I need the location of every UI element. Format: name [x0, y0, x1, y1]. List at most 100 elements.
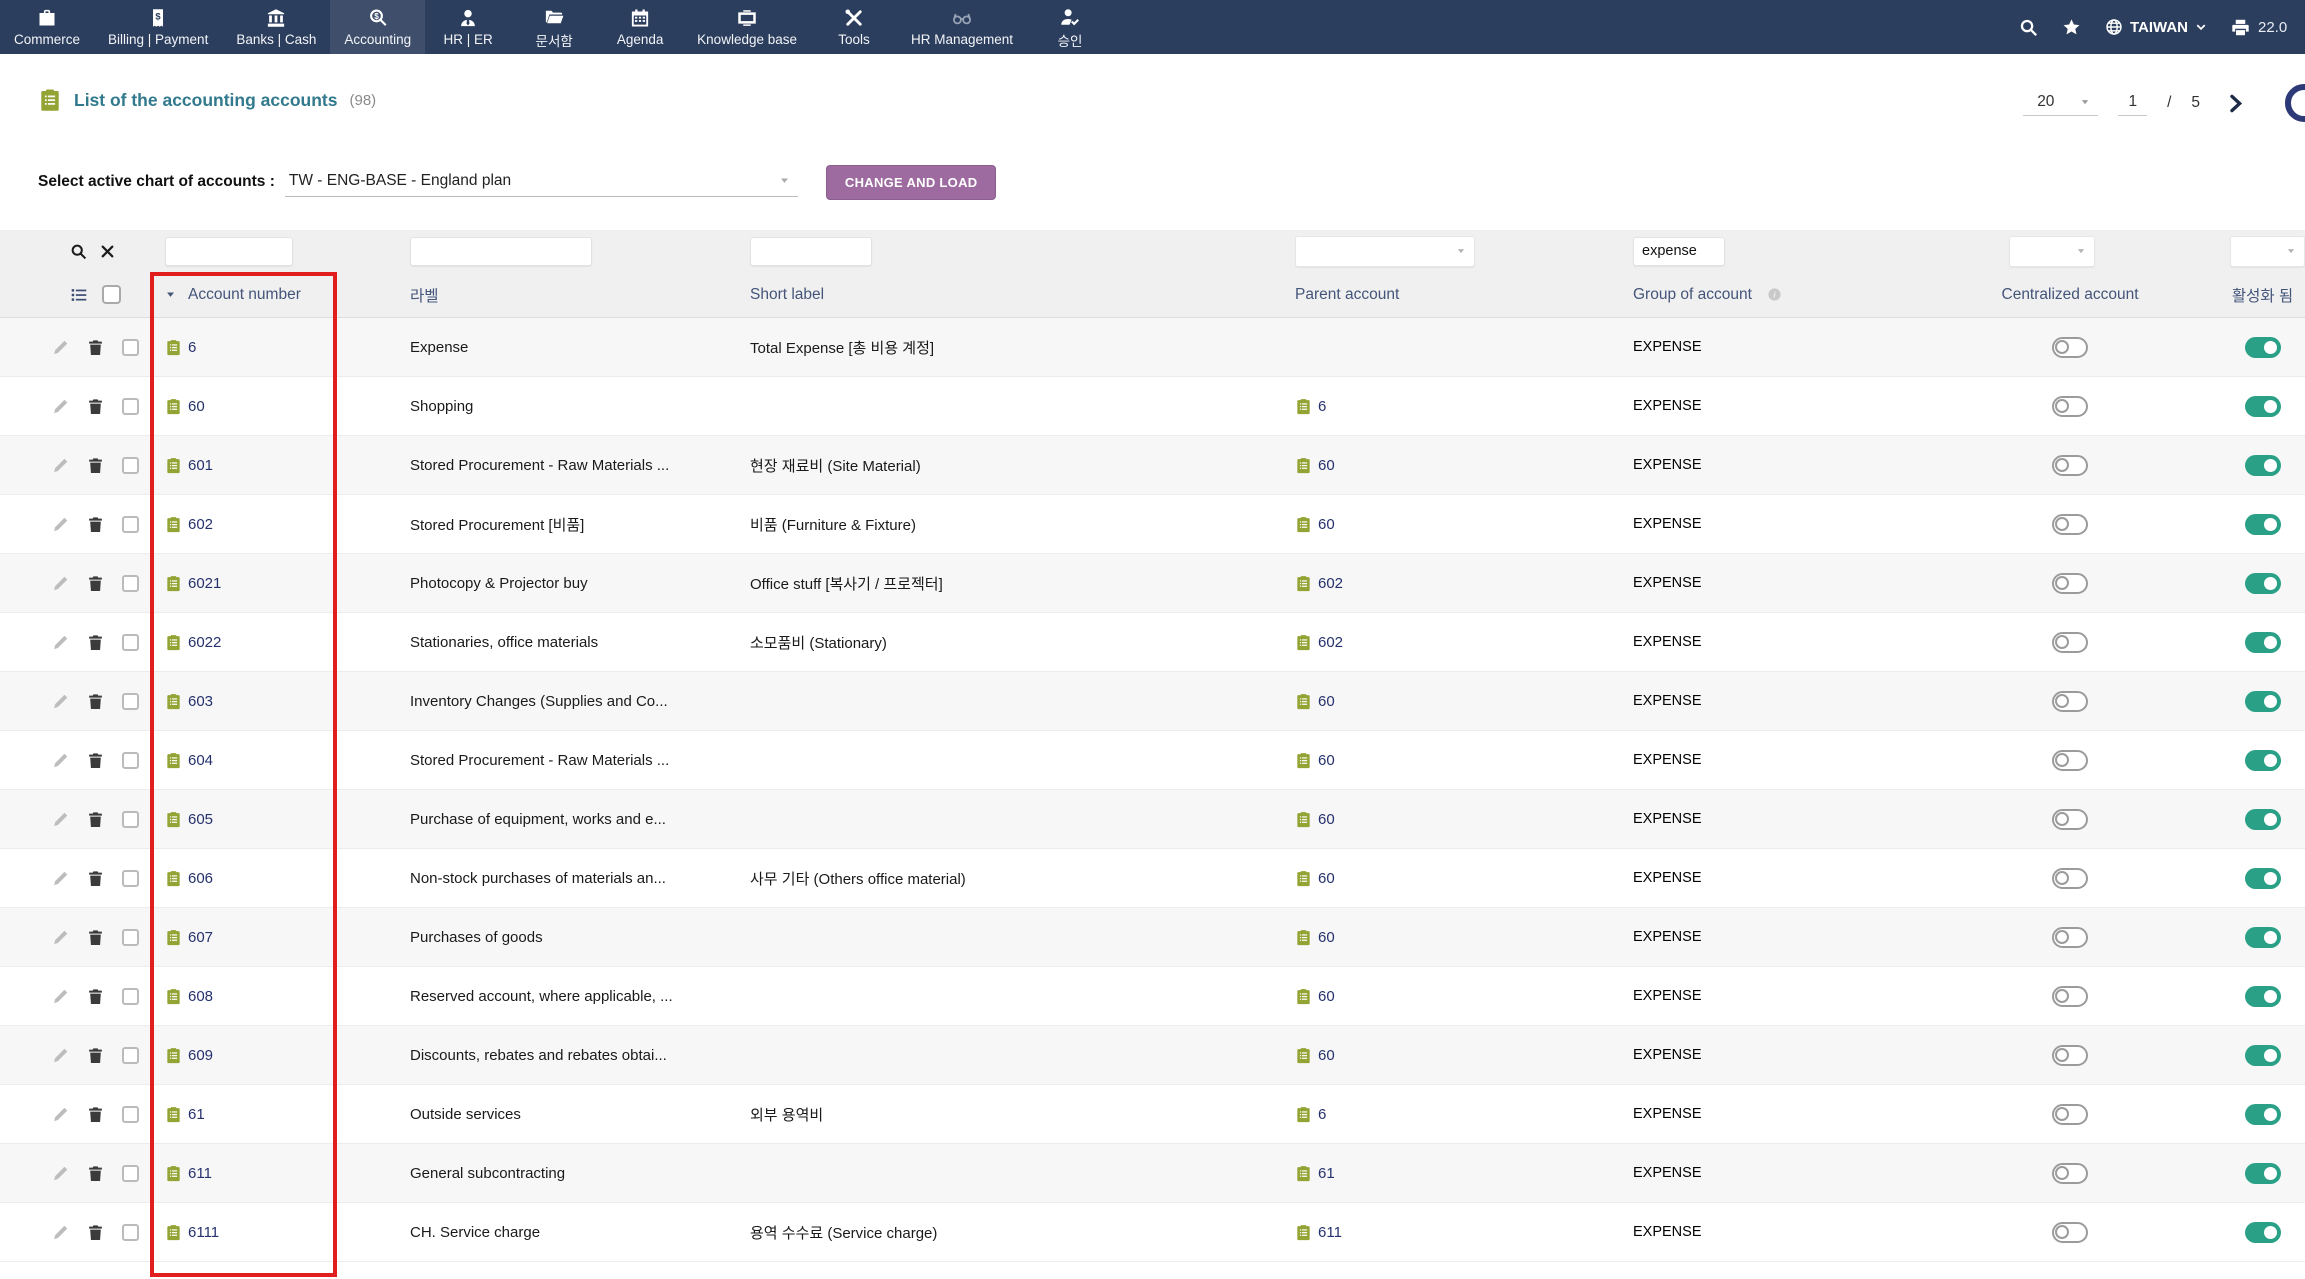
- active-toggle[interactable]: [2245, 514, 2281, 535]
- account-number-link[interactable]: 604: [188, 752, 213, 769]
- parent-account-link[interactable]: 611: [1318, 1224, 1342, 1241]
- active-toggle[interactable]: [2245, 809, 2281, 830]
- row-checkbox[interactable]: [122, 811, 139, 828]
- change-and-load-button[interactable]: CHANGE AND LOAD: [826, 165, 997, 200]
- active-toggle[interactable]: [2245, 455, 2281, 476]
- parent-account-link[interactable]: 6: [1318, 398, 1326, 415]
- list-view-icon[interactable]: [70, 286, 88, 304]
- bookmark-star-icon[interactable]: [2062, 16, 2081, 38]
- row-checkbox[interactable]: [122, 1047, 139, 1064]
- account-number-link[interactable]: 611: [188, 1165, 212, 1182]
- row-checkbox[interactable]: [122, 1165, 139, 1182]
- delete-trash-icon[interactable]: [87, 1047, 104, 1064]
- current-page-field[interactable]: 1: [2118, 91, 2147, 116]
- centralized-toggle[interactable]: [2052, 337, 2088, 358]
- account-number-link[interactable]: 609: [188, 1047, 213, 1064]
- centralized-toggle[interactable]: [2052, 514, 2088, 535]
- page-size-select[interactable]: 20: [2023, 91, 2098, 116]
- edit-pencil-icon[interactable]: [52, 1224, 69, 1241]
- topnav-item[interactable]: Commerce: [0, 0, 94, 54]
- delete-trash-icon[interactable]: [87, 339, 104, 356]
- column-header-centralized-account[interactable]: Centralized account: [1985, 286, 2155, 304]
- row-checkbox[interactable]: [122, 398, 139, 415]
- row-checkbox[interactable]: [122, 634, 139, 651]
- parent-account-link[interactable]: 602: [1318, 575, 1343, 592]
- account-number-link[interactable]: 61: [188, 1106, 205, 1123]
- parent-account-link[interactable]: 60: [1318, 752, 1335, 769]
- row-checkbox[interactable]: [122, 1224, 139, 1241]
- row-checkbox[interactable]: [122, 870, 139, 887]
- active-toggle[interactable]: [2245, 632, 2281, 653]
- centralized-toggle[interactable]: [2052, 455, 2088, 476]
- next-page-button[interactable]: [2226, 94, 2245, 113]
- parent-account-link[interactable]: 60: [1318, 988, 1335, 1005]
- filter-centralized-select[interactable]: [2009, 236, 2095, 267]
- active-toggle[interactable]: [2245, 1104, 2281, 1125]
- topnav-item[interactable]: $ Accounting: [330, 0, 425, 54]
- delete-trash-icon[interactable]: [87, 752, 104, 769]
- edit-pencil-icon[interactable]: [52, 339, 69, 356]
- account-number-link[interactable]: 607: [188, 929, 213, 946]
- account-number-link[interactable]: 6021: [188, 575, 221, 592]
- centralized-toggle[interactable]: [2052, 396, 2088, 417]
- row-checkbox[interactable]: [122, 693, 139, 710]
- delete-trash-icon[interactable]: [87, 575, 104, 592]
- edit-pencil-icon[interactable]: [52, 516, 69, 533]
- topnav-item[interactable]: $ Billing | Payment: [94, 0, 222, 54]
- centralized-toggle[interactable]: [2052, 1045, 2088, 1066]
- row-checkbox[interactable]: [122, 457, 139, 474]
- edit-pencil-icon[interactable]: [52, 398, 69, 415]
- column-header-short-label[interactable]: Short label: [745, 286, 1285, 304]
- edit-pencil-icon[interactable]: [52, 870, 69, 887]
- row-checkbox[interactable]: [122, 575, 139, 592]
- active-toggle[interactable]: [2245, 750, 2281, 771]
- account-number-link[interactable]: 6022: [188, 634, 221, 651]
- column-header-parent-account[interactable]: Parent account: [1285, 286, 1625, 304]
- topnav-item[interactable]: Tools: [811, 0, 897, 54]
- delete-trash-icon[interactable]: [87, 634, 104, 651]
- filter-account-number-input[interactable]: [165, 237, 293, 266]
- account-number-link[interactable]: 6111: [188, 1224, 219, 1241]
- delete-trash-icon[interactable]: [87, 457, 104, 474]
- edit-pencil-icon[interactable]: [52, 457, 69, 474]
- account-number-link[interactable]: 606: [188, 870, 213, 887]
- edit-pencil-icon[interactable]: [52, 693, 69, 710]
- delete-trash-icon[interactable]: [87, 1165, 104, 1182]
- active-toggle[interactable]: [2245, 1163, 2281, 1184]
- delete-trash-icon[interactable]: [87, 1106, 104, 1123]
- centralized-toggle[interactable]: [2052, 1222, 2088, 1243]
- edit-pencil-icon[interactable]: [52, 1106, 69, 1123]
- active-toggle[interactable]: [2245, 986, 2281, 1007]
- centralized-toggle[interactable]: [2052, 573, 2088, 594]
- account-number-link[interactable]: 603: [188, 693, 213, 710]
- topnav-item[interactable]: HR | ER: [425, 0, 511, 54]
- search-icon[interactable]: [2019, 16, 2038, 38]
- topnav-item[interactable]: Agenda: [597, 0, 683, 54]
- edit-pencil-icon[interactable]: [52, 575, 69, 592]
- parent-account-link[interactable]: 60: [1318, 870, 1335, 887]
- delete-trash-icon[interactable]: [87, 516, 104, 533]
- parent-account-link[interactable]: 60: [1318, 811, 1335, 828]
- printer-icon[interactable]: [2231, 16, 2250, 38]
- edit-pencil-icon[interactable]: [52, 811, 69, 828]
- filter-active-select[interactable]: [2230, 236, 2305, 267]
- clear-filter-icon[interactable]: [99, 243, 116, 260]
- parent-account-link[interactable]: 6: [1318, 1106, 1326, 1123]
- filter-label-input[interactable]: [410, 237, 592, 266]
- parent-account-link[interactable]: 602: [1318, 634, 1343, 651]
- delete-trash-icon[interactable]: [87, 1224, 104, 1241]
- row-checkbox[interactable]: [122, 1106, 139, 1123]
- filter-parent-account-select[interactable]: [1295, 236, 1475, 267]
- centralized-toggle[interactable]: [2052, 809, 2088, 830]
- parent-account-link[interactable]: 61: [1318, 1165, 1335, 1182]
- filter-group-of-account-input[interactable]: [1633, 237, 1725, 266]
- edit-pencil-icon[interactable]: [52, 634, 69, 651]
- row-checkbox[interactable]: [122, 339, 139, 356]
- account-number-link[interactable]: 601: [188, 457, 213, 474]
- parent-account-link[interactable]: 60: [1318, 457, 1335, 474]
- topnav-item[interactable]: 문서함: [511, 0, 597, 54]
- row-checkbox[interactable]: [122, 516, 139, 533]
- centralized-toggle[interactable]: [2052, 1104, 2088, 1125]
- account-number-link[interactable]: 605: [188, 811, 213, 828]
- delete-trash-icon[interactable]: [87, 398, 104, 415]
